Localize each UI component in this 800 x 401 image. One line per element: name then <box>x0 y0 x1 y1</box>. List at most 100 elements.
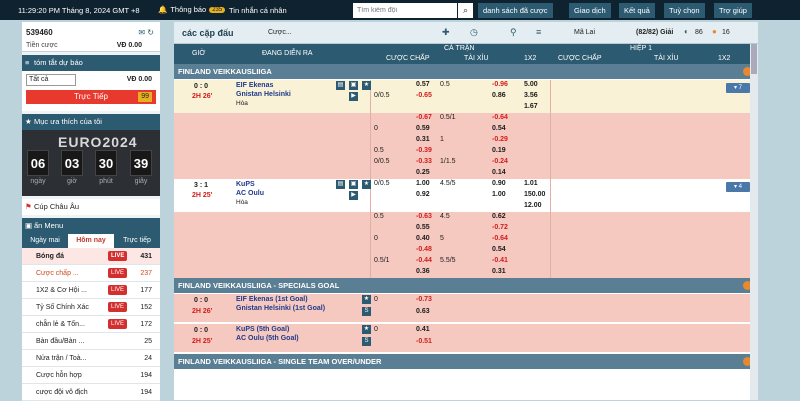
bet-type-select[interactable]: Cược... <box>268 29 292 36</box>
sport-item[interactable]: 1X2 & Cơ Hội ... LIVE 177 <box>22 282 160 299</box>
odds-value[interactable]: -0.96 <box>492 81 508 88</box>
away-team[interactable]: Gnistan Helsinki <box>236 91 291 98</box>
odds-value[interactable]: 0.92 <box>416 191 430 198</box>
odds-value[interactable]: 0.31 <box>416 136 430 143</box>
tab-today[interactable]: Hôm nay <box>68 234 114 248</box>
tab-live[interactable]: Trực tiếp <box>114 234 160 248</box>
messages-link[interactable]: Tin nhắn cá nhân <box>229 6 287 15</box>
star-icon[interactable]: ★ <box>362 180 371 189</box>
stats-icon[interactable]: ▤ <box>336 180 345 189</box>
odds-value[interactable]: -0.51 <box>416 338 432 345</box>
nav-options[interactable]: Tuỳ chọn <box>664 3 705 18</box>
odds-value[interactable]: -0.41 <box>492 257 508 264</box>
add-icon[interactable]: ✚ <box>442 27 450 38</box>
sport-item[interactable]: Cược chấp ... LIVE 237 <box>22 265 160 282</box>
odds-value[interactable]: 0.55 <box>416 224 430 231</box>
odds-value[interactable]: -0.65 <box>416 92 432 99</box>
menu-header[interactable]: ▣ ẩn Menu <box>22 218 160 234</box>
odds-value[interactable]: -0.63 <box>416 213 432 220</box>
scroll-thumb[interactable] <box>751 44 757 74</box>
odds-value[interactable]: -0.64 <box>492 114 508 121</box>
search-icon[interactable]: ⌕ <box>458 3 473 18</box>
odds-value[interactable]: -0.73 <box>416 296 432 303</box>
star-icon[interactable]: ★ <box>362 81 371 90</box>
odds-value[interactable]: -0.67 <box>416 114 432 121</box>
tab-tomorrow[interactable]: Ngày mai <box>22 234 68 248</box>
odds-value[interactable]: 0.41 <box>416 326 430 333</box>
odds-value[interactable]: 0.36 <box>416 268 430 275</box>
odds-value[interactable]: -0.24 <box>492 158 508 165</box>
odds-value[interactable]: 0.25 <box>416 169 430 176</box>
sport-item[interactable]: Nửa trận / Toà... 24 <box>22 350 160 367</box>
home-team[interactable]: KuPS (5th Goal) <box>236 326 289 333</box>
scrollbar[interactable] <box>750 44 758 400</box>
away-team[interactable]: AC Oulu <box>236 190 264 197</box>
odds-value[interactable]: -0.39 <box>416 147 432 154</box>
search-input[interactable] <box>353 3 457 18</box>
tv-icon[interactable]: ▣ <box>349 180 358 189</box>
odds-value[interactable]: 0.86 <box>492 92 506 99</box>
live-stream-icon[interactable]: ▶ <box>349 191 358 200</box>
sport-item[interactable]: Bàn đầu/Bàn ... 25 <box>22 333 160 350</box>
sport-item[interactable]: cược đội vô địch 194 <box>22 384 160 401</box>
more-bets-button[interactable]: ▾ 4 <box>726 182 750 192</box>
home-team[interactable]: KuPS <box>236 181 255 188</box>
nav-bet-list[interactable]: danh sách đã cược <box>478 3 553 18</box>
odds-value[interactable]: -0.64 <box>492 235 508 242</box>
odds-value[interactable]: 0.90 <box>492 180 506 187</box>
odds-value[interactable]: 0.14 <box>492 169 506 176</box>
cup-item[interactable]: ⚑ Cúp Châu Âu <box>22 199 160 215</box>
star-icon[interactable]: ★ <box>362 295 371 304</box>
odds-value[interactable]: 0.57 <box>416 81 430 88</box>
filter-icon[interactable]: ⚲ <box>510 27 517 38</box>
odds-value[interactable]: 0.59 <box>416 125 430 132</box>
odds-value[interactable]: 1.00 <box>416 180 430 187</box>
odds-value[interactable]: 0.54 <box>492 125 506 132</box>
nav-transactions[interactable]: Giao dịch <box>569 3 611 18</box>
home-team[interactable]: EIF Ekenas (1st Goal) <box>236 296 308 303</box>
odds-value[interactable]: -0.44 <box>416 257 432 264</box>
clock-icon[interactable]: ◷ <box>470 27 478 38</box>
away-team[interactable]: AC Oulu (5th Goal) <box>236 335 299 342</box>
stats-icon[interactable]: S <box>362 337 371 346</box>
odds-value[interactable]: 0.63 <box>416 308 430 315</box>
tv-icon[interactable]: ▣ <box>349 81 358 90</box>
odds-value[interactable]: 0.54 <box>492 246 506 253</box>
odds-value[interactable]: 1.01 <box>524 180 538 187</box>
odds-value[interactable]: 0.40 <box>416 235 430 242</box>
odds-value[interactable]: -0.72 <box>492 224 508 231</box>
live-button[interactable]: Trực Tiếp 99 <box>26 90 156 104</box>
sport-item[interactable]: Bóng đá LIVE 431 <box>22 248 160 265</box>
odds-value[interactable]: -0.29 <box>492 136 508 143</box>
odds-value[interactable]: 1.67 <box>524 103 538 110</box>
nav-results[interactable]: Kết quả <box>619 3 655 18</box>
predict-select[interactable]: Tất cả <box>26 74 76 86</box>
odds-value[interactable]: 0.62 <box>492 213 506 220</box>
odds-value[interactable]: -0.33 <box>416 158 432 165</box>
leagues-count[interactable]: (82/82) Giải <box>636 29 673 36</box>
league-header[interactable]: FINLAND VEIKKAUSLIIGA - SINGLE TEAM OVER… <box>174 354 758 369</box>
live-stream-icon[interactable]: ▶ <box>349 92 358 101</box>
odds-type-select[interactable]: Mã Lai <box>574 29 595 36</box>
home-team[interactable]: EIF Ekenas <box>236 82 273 89</box>
league-header[interactable]: FINLAND VEIKKAUSLIIGA <box>174 64 758 79</box>
odds-value[interactable]: 0.31 <box>492 268 506 275</box>
odds-value[interactable]: 150.00 <box>524 191 545 198</box>
more-bets-button[interactable]: ▾ 7 <box>726 83 750 93</box>
star-icon[interactable]: ★ <box>362 325 371 334</box>
predict-header[interactable]: ≡ tóm tắt dự báo <box>22 55 160 71</box>
nav-help[interactable]: Trợ giúp <box>714 3 752 18</box>
sort-icon[interactable]: ≡ <box>536 27 541 37</box>
league-header[interactable]: FINLAND VEIKKAUSLIIGA - SPECIALS GOAL <box>174 278 758 293</box>
stats-icon[interactable]: S <box>362 307 371 316</box>
refresh-icon[interactable]: ✉ ↻ <box>138 28 154 37</box>
odds-value[interactable]: 3.56 <box>524 92 538 99</box>
odds-value[interactable]: 5.00 <box>524 81 538 88</box>
away-team[interactable]: Gnistan Helsinki (1st Goal) <box>236 305 325 312</box>
stats-icon[interactable]: ▤ <box>336 81 345 90</box>
notice-link[interactable]: 🔔 Thông báo 235 <box>158 5 226 14</box>
odds-value[interactable]: 12.00 <box>524 202 542 209</box>
odds-value[interactable]: 0.19 <box>492 147 506 154</box>
odds-value[interactable]: -0.48 <box>416 246 432 253</box>
favorites-header[interactable]: ★ Mục ưa thích của tôi <box>22 114 160 130</box>
